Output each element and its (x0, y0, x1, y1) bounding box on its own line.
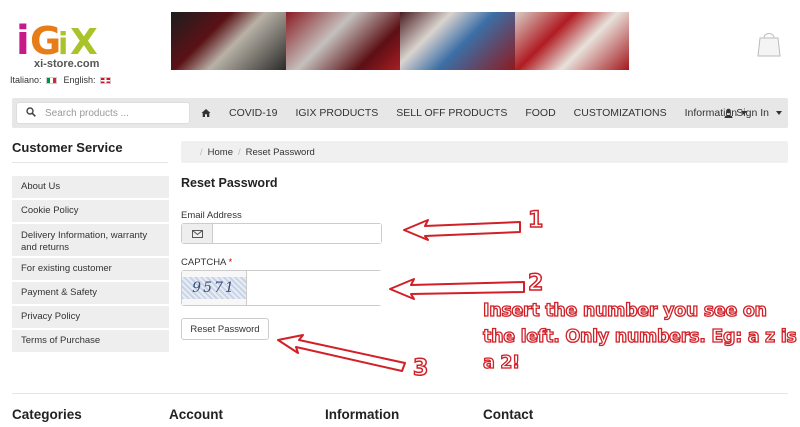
email-input-group (181, 223, 382, 244)
breadcrumb-separator: / (200, 146, 203, 158)
search-input[interactable] (45, 107, 185, 119)
captcha-field[interactable] (247, 271, 389, 305)
logo-subtitle: xi-store.com (34, 58, 100, 70)
signin-dropdown[interactable]: Sign In (724, 98, 782, 128)
language-switcher: Italiano: English: (10, 75, 111, 85)
breadcrumb-home[interactable]: Home (208, 147, 233, 158)
svg-text:i: i (58, 27, 68, 62)
banner-image-1 (171, 12, 286, 70)
shopping-bag-icon[interactable] (756, 30, 782, 58)
breadcrumb: / Home / Reset Password (181, 141, 788, 163)
email-addon (182, 224, 213, 243)
email-label: Email Address (181, 210, 242, 221)
annotation-arrow-1 (403, 219, 521, 241)
nav-home[interactable] (192, 98, 220, 128)
footer-heading-account: Account (169, 407, 223, 422)
footer-heading-categories: Categories (12, 407, 82, 422)
header-banner[interactable] (171, 12, 629, 70)
envelope-icon (191, 229, 203, 238)
search-icon[interactable] (17, 106, 45, 120)
banner-image-4 (514, 12, 629, 70)
sidebar-item-cookie-policy[interactable]: Cookie Policy (12, 200, 169, 224)
sidebar-item-about-us[interactable]: About Us (12, 176, 169, 200)
signin-label: Sign In (736, 107, 769, 119)
svg-text:G: G (30, 19, 61, 63)
captcha-image: 9571 (182, 271, 247, 305)
captcha-label: CAPTCHA * (181, 257, 232, 268)
breadcrumb-current: Reset Password (245, 146, 315, 158)
sidebar-item-privacy-policy[interactable]: Privacy Policy (12, 306, 169, 330)
sidebar-item-existing-customer[interactable]: For existing customer (12, 258, 169, 282)
annotation-step-1: 1 (527, 207, 544, 234)
italy-flag-icon[interactable] (45, 76, 57, 84)
nav-links: COVID-19 IGIX PRODUCTS SELL OFF PRODUCTS… (192, 98, 756, 128)
sidebar-item-payment-safety[interactable]: Payment & Safety (12, 282, 169, 306)
user-icon (724, 108, 733, 118)
captcha-image-text: 9571 (182, 277, 246, 299)
lang-italian-label[interactable]: Italiano: (10, 75, 42, 85)
sidebar-menu: About Us Cookie Policy Delivery Informat… (12, 176, 169, 354)
required-marker: * (228, 257, 233, 268)
home-icon (201, 109, 211, 117)
search-box (16, 102, 190, 124)
nav-igix-products[interactable]: IGIX PRODUCTS (286, 98, 387, 128)
site-logo[interactable]: i G i X xi-store.com (14, 14, 106, 72)
nav-customizations[interactable]: CUSTOMIZATIONS (565, 98, 676, 128)
main-navbar: COVID-19 IGIX PRODUCTS SELL OFF PRODUCTS… (12, 98, 788, 128)
footer-divider (12, 393, 788, 394)
page-title: Reset Password (181, 176, 278, 190)
nav-covid19[interactable]: COVID-19 (220, 98, 286, 128)
annotation-instruction: Insert the number you see on the left. O… (482, 300, 797, 373)
svg-text:X: X (70, 22, 98, 63)
annotation-arrow-3 (277, 334, 406, 372)
svg-text:i: i (16, 18, 30, 64)
sidebar-item-delivery-information[interactable]: Delivery Information, warranty and retur… (12, 224, 169, 258)
banner-image-2 (285, 12, 400, 70)
annotation-arrow-2 (389, 278, 525, 300)
footer-heading-contact: Contact (483, 407, 534, 422)
nav-sell-off-products[interactable]: SELL OFF PRODUCTS (387, 98, 516, 128)
lang-english-label[interactable]: English: (64, 75, 96, 85)
sidebar-title: Customer Service (12, 140, 123, 155)
banner-image-3 (400, 12, 515, 70)
email-field[interactable] (213, 224, 381, 243)
annotation-step-3: 3 (412, 355, 429, 382)
uk-flag-icon[interactable] (99, 76, 111, 84)
footer-heading-information: Information (325, 407, 400, 422)
chevron-down-icon (776, 111, 782, 115)
captcha-input-group: 9571 (181, 270, 389, 306)
annotation-step-2: 2 (527, 270, 544, 297)
captcha-label-text: CAPTCHA (181, 257, 226, 268)
nav-food[interactable]: FOOD (516, 98, 564, 128)
sidebar-divider (12, 162, 168, 163)
breadcrumb-separator: / (237, 146, 241, 158)
sidebar-item-terms-of-purchase[interactable]: Terms of Purchase (12, 330, 169, 354)
reset-password-button[interactable]: Reset Password (181, 318, 269, 340)
